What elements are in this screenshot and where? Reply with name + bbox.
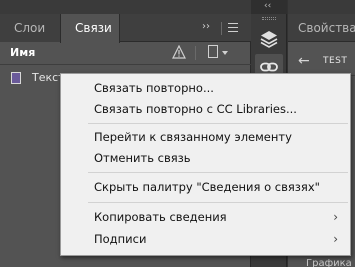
menu-item-label: Связать повторно с CC Libraries... [94,102,297,116]
menu-item-go-to-link[interactable]: Перейти к связанному элементу [61,127,350,148]
links-column-header: Имя [0,42,251,64]
menu-separator [88,202,348,203]
tab-links[interactable]: Связи [60,14,120,43]
tab-divider [221,22,222,35]
menu-separator [88,172,348,173]
menu-item-label: Связать повторно... [94,81,214,95]
menu-item-relink-cc-libraries[interactable]: Связать повторно с CC Libraries... [61,99,350,120]
dock-grip-icon[interactable] [262,17,276,20]
column-divider [195,46,196,60]
panel-overflow-icon[interactable]: ›› [202,21,210,32]
menu-item-label: Перейти к связанному элементу [94,130,292,144]
menu-item-label: Отменить связь [94,151,191,165]
menu-item-copy-info[interactable]: Копировать сведения › [61,207,350,228]
tab-properties[interactable]: Свойства [298,21,355,35]
menu-item-hide-link-info[interactable]: Скрыть палитру "Сведения о связях" [61,177,350,198]
chevron-right-icon: › [333,210,338,224]
document-title: TEST [323,56,348,66]
context-menu: Связать повторно... Связать повторно с C… [60,73,351,256]
dock-collapse-bar[interactable]: ‹‹ [251,0,287,14]
panel-tabbar: Слои Связи ›› [0,14,251,43]
menu-item-label: Подписи [94,232,147,246]
panel-menu-icon[interactable] [228,23,238,35]
menu-item-unlink[interactable]: Отменить связь [61,148,350,169]
section-label: Графика [306,258,352,267]
chevron-down-icon[interactable] [222,51,228,55]
header-divider [0,64,251,65]
properties-tabbar: Свойства [288,14,355,42]
collapse-icon[interactable]: ‹‹ [264,0,271,12]
properties-collapse-bar[interactable] [288,0,355,14]
menu-item-label: Скрыть палитру "Сведения о связях" [94,180,320,194]
layers-icon[interactable] [255,26,283,52]
menu-separator [88,123,348,124]
back-arrow-icon[interactable]: ← [298,53,310,69]
chevron-right-icon: › [333,232,338,246]
page-icon[interactable] [208,45,218,58]
document-icon [11,72,21,84]
menu-item-label: Копировать сведения [94,210,227,224]
menu-item-relink[interactable]: Связать повторно... [61,78,350,99]
menu-item-captions[interactable]: Подписи › [61,229,350,250]
name-column-label[interactable]: Имя [10,46,35,59]
panel-collapse-bar[interactable] [0,0,251,14]
warning-icon[interactable] [172,45,186,59]
tab-layers[interactable]: Слои [0,14,60,42]
